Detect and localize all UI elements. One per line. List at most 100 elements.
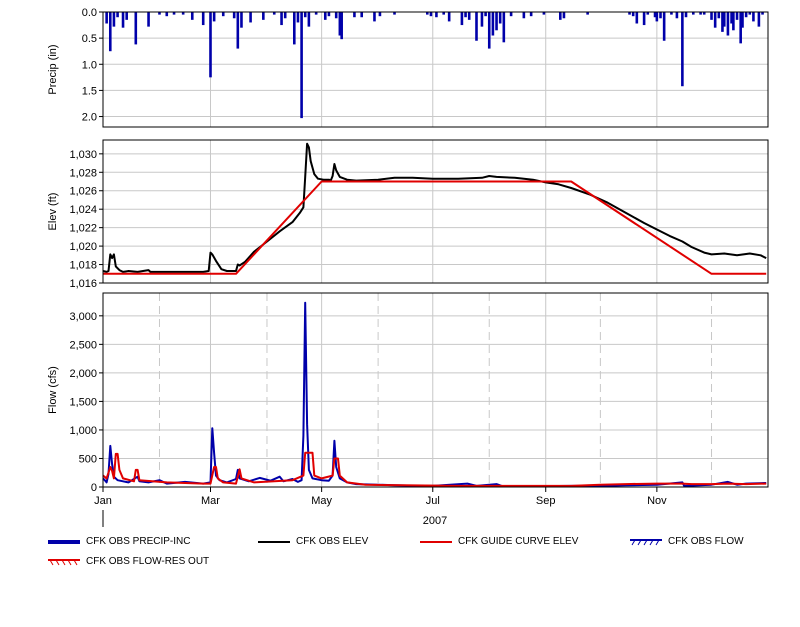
- flow-ytick-label-3: 1,500: [69, 396, 97, 408]
- x-tick-label-1: Mar: [201, 495, 220, 507]
- precip-ytick-label-3: 1.5: [82, 85, 97, 97]
- x-tick-label-4: Sep: [536, 495, 556, 507]
- legend-item-guide-curve: CFK GUIDE CURVE ELEV: [420, 536, 578, 547]
- precip-bar-74: [675, 12, 679, 19]
- precip-bar-19: [240, 12, 243, 28]
- flow-ytick-label-6: 3,000: [69, 311, 97, 323]
- precip-ytick-label-0: 0.0: [82, 7, 97, 19]
- flow-frame: [102, 292, 769, 488]
- precip-bar-42: [429, 12, 433, 17]
- precip-bar-31: [323, 12, 327, 20]
- x-tick-label-5: Nov: [647, 495, 667, 507]
- elev-ytick-label-3: 1,022: [69, 223, 97, 235]
- x-tick-label-2: May: [311, 495, 332, 507]
- precip-bar-91: [744, 12, 748, 18]
- precip-bar-43: [435, 12, 438, 18]
- legend-label-guide-curve: CFK GUIDE CURVE ELEV: [458, 536, 579, 547]
- precip-bar-37: [360, 12, 364, 18]
- precip-bar-53: [491, 12, 495, 36]
- precip-bar-84: [722, 12, 726, 27]
- precip-bar-6: [134, 12, 138, 45]
- legend-item-obs-flow: CFK OBS FLOW: [630, 536, 744, 547]
- elev-ylabel: Elev (ft): [47, 193, 59, 231]
- elev-ytick-label-4: 1,024: [69, 204, 97, 216]
- precip-bar-76: [684, 12, 688, 18]
- precip-bar-66: [635, 12, 639, 24]
- precip-bar-57: [509, 12, 513, 17]
- precip-ytick-label-1: 0.5: [82, 33, 97, 45]
- precip-bar-16: [221, 12, 225, 17]
- precip-bar-3: [116, 12, 119, 18]
- precip-bar-12: [190, 12, 194, 20]
- precip-bar-47: [464, 12, 467, 18]
- x-tick-label-0: Jan: [94, 495, 112, 507]
- precip-bar-72: [662, 12, 666, 41]
- precip-bar-7: [147, 12, 150, 27]
- legend-swatch-precip: [48, 539, 80, 544]
- chart-legend: CFK OBS PRECIP-INC CFK OBS ELEV CFK GUID…: [0, 534, 800, 574]
- legend-label-precip: CFK OBS PRECIP-INC: [86, 536, 191, 547]
- precip-bar-80: [710, 12, 713, 20]
- precip-bar-59: [529, 12, 533, 17]
- precip-bar-70: [655, 12, 659, 22]
- precip-bar-65: [631, 12, 635, 17]
- precip-bar-62: [562, 12, 566, 19]
- elev-ytick-label-1: 1,018: [69, 260, 97, 272]
- hydrograph-chart: 0.0 0.5 1.0 1.5 2.0 Precip (in) 1,016 1,018 1,02…: [47, 7, 769, 527]
- precip-bar-90: [741, 12, 744, 28]
- precip-bar-1: [108, 12, 112, 52]
- precip-bar-58: [522, 12, 526, 19]
- elev-ytick-label-0: 1,016: [69, 278, 97, 290]
- precip-bar-0: [105, 12, 108, 24]
- precip-frame: [102, 11, 769, 128]
- precip-bar-39: [378, 12, 382, 17]
- precip-bar-50: [480, 12, 484, 27]
- precip-bar-52: [487, 12, 491, 49]
- precip-bar-67: [642, 12, 646, 26]
- precip-bar-17: [232, 12, 236, 19]
- precip-bar-15: [212, 12, 216, 22]
- precip-bar-2: [112, 12, 116, 27]
- precip-bar-88: [735, 12, 739, 20]
- precip-bar-18: [236, 12, 240, 49]
- precip-ytick-label-4: 2.0: [82, 112, 97, 124]
- flow-ytick-label-4: 2,000: [69, 368, 97, 380]
- elev-ytick-label-6: 1,028: [69, 167, 97, 179]
- legend-label-flow-res-out: CFK OBS FLOW-RES OUT: [86, 556, 210, 567]
- precip-bar-4: [121, 12, 125, 28]
- precip-bar-94: [757, 12, 761, 27]
- flow-ytick-label-0: 0: [91, 482, 97, 494]
- precip-bar-25: [293, 12, 296, 45]
- precip-bar-14: [209, 12, 212, 78]
- precip-bar-61: [559, 12, 562, 20]
- precip-bar-93: [752, 12, 755, 22]
- precip-bar-85: [726, 12, 730, 36]
- precip-bar-54: [495, 12, 498, 31]
- precip-bar-71: [659, 12, 662, 19]
- legend-item-flow-res-out: CFK OBS FLOW-RES OUT: [48, 556, 209, 567]
- precip-bar-82: [717, 12, 721, 19]
- legend-swatch-flow-res-out: [48, 558, 80, 565]
- elev-series-0-line: [102, 142, 767, 273]
- precip-bar-26: [296, 12, 300, 23]
- precip-bar-28: [303, 12, 307, 18]
- precip-bar-13: [201, 12, 205, 26]
- precip-bar-5: [125, 12, 128, 20]
- precip-bar-75: [681, 12, 684, 87]
- precip-bar-55: [498, 12, 502, 24]
- precip-bar-51: [484, 12, 487, 17]
- x-tick-label-3: Jul: [426, 495, 440, 507]
- legend-swatch-guide-curve: [420, 540, 452, 543]
- x-year-label: 2007: [423, 515, 447, 527]
- precip-bar-27: [300, 12, 303, 119]
- precip-bar-35: [340, 12, 343, 40]
- precip-ytick-label-2: 1.0: [82, 59, 97, 71]
- precip-bar-87: [732, 12, 735, 31]
- precip-bar-38: [373, 12, 376, 22]
- precip-bar-48: [467, 12, 471, 20]
- precip-bar-21: [262, 12, 265, 20]
- legend-swatch-obs-flow: [630, 538, 662, 545]
- elev-ytick-label-7: 1,030: [69, 149, 97, 161]
- flow-ytick-label-5: 2,500: [69, 339, 97, 351]
- precip-bar-33: [334, 12, 338, 19]
